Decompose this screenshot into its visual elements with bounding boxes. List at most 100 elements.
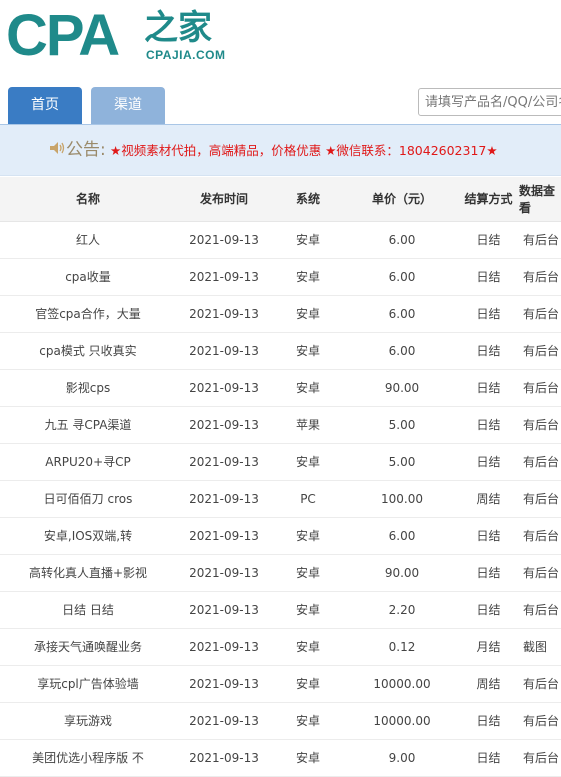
cell-data-view: 有后台 xyxy=(523,492,560,506)
cell-date: 2021-09-13 xyxy=(189,639,259,654)
table-row[interactable]: 高转化真人直播+影视 2021-09-13 安卓 90.00 日结 有后台 xyxy=(0,554,561,591)
cell-name[interactable]: 美团优选小程序版 不 xyxy=(0,739,176,776)
table-row[interactable]: 享玩cpl广告体验墙 2021-09-13 安卓 10000.00 周结 有后台 xyxy=(0,665,561,702)
cell-date: 2021-09-13 xyxy=(189,713,259,728)
cell-name[interactable]: ARPU20+寻CP xyxy=(0,443,176,480)
table-row[interactable]: 美团优选小程序版 不 2021-09-13 安卓 9.00 日结 有后台 xyxy=(0,739,561,776)
cell-price: 9.00 xyxy=(388,750,416,765)
table-row[interactable]: 安卓,IOS双端,转 2021-09-13 安卓 6.00 日结 有后台 xyxy=(0,517,561,554)
cell-name[interactable]: 九五 寻CPA渠道 xyxy=(0,406,176,443)
table-row[interactable]: 日结 日结 2021-09-13 安卓 2.20 日结 有后台 xyxy=(0,591,561,628)
cell-name[interactable]: 高转化真人直播+影视 xyxy=(0,554,176,591)
cell-data-view: 截图 xyxy=(523,640,548,654)
table-row[interactable]: 影视cps 2021-09-13 安卓 90.00 日结 有后台 xyxy=(0,369,561,406)
cell-price: 5.00 xyxy=(388,417,416,432)
column-header-price: 单价（元） xyxy=(344,177,460,222)
cell-price: 2.20 xyxy=(388,602,416,617)
cell-name[interactable]: 官签cpa合作，大量 xyxy=(0,295,176,332)
table-row[interactable]: 红人 2021-09-13 安卓 6.00 日结 有后台 xyxy=(0,221,561,258)
cell-date: 2021-09-13 xyxy=(189,232,259,247)
cell-system: 苹果 xyxy=(295,418,320,432)
cell-name[interactable]: 红人 xyxy=(0,221,176,258)
cell-date: 2021-09-13 xyxy=(189,750,259,765)
cell-settlement: 日结 xyxy=(476,751,501,765)
announcement-label: 公告: xyxy=(66,140,106,160)
table-row[interactable]: 官签cpa合作，大量 2021-09-13 安卓 6.00 日结 有后台 xyxy=(0,295,561,332)
logo-cpa-text: CPA xyxy=(6,3,120,68)
cell-settlement: 日结 xyxy=(476,233,501,247)
cell-data-view: 有后台 xyxy=(523,751,560,765)
cell-data-view: 有后台 xyxy=(523,418,560,432)
cell-date: 2021-09-13 xyxy=(189,528,259,543)
cell-name[interactable]: cpa收量 xyxy=(0,258,176,295)
cell-system: 安卓 xyxy=(295,714,320,728)
cell-settlement: 日结 xyxy=(476,381,501,395)
table-row[interactable]: 日可佰佰刀 cros 2021-09-13 PC 100.00 周结 有后台 xyxy=(0,480,561,517)
cell-data-view: 有后台 xyxy=(523,233,560,247)
cell-settlement: 日结 xyxy=(476,603,501,617)
cell-data-view: 有后台 xyxy=(523,529,560,543)
tab-home[interactable]: 首页 xyxy=(8,87,82,124)
cell-system: 安卓 xyxy=(295,677,320,691)
cell-system: 安卓 xyxy=(295,455,320,469)
cell-date: 2021-09-13 xyxy=(189,676,259,691)
cell-settlement: 日结 xyxy=(476,418,501,432)
cell-price: 90.00 xyxy=(384,380,420,395)
site-logo[interactable]: CPA 之家 CPAJIA.COM xyxy=(6,4,236,68)
cell-date: 2021-09-13 xyxy=(189,343,259,358)
speaker-icon xyxy=(48,139,66,157)
column-header-date: 发布时间 xyxy=(176,177,272,222)
cell-system: 安卓 xyxy=(295,640,320,654)
cell-settlement: 日结 xyxy=(476,270,501,284)
cell-price: 10000.00 xyxy=(373,676,431,691)
cell-system: 安卓 xyxy=(295,344,320,358)
table-row[interactable]: cpa收量 2021-09-13 安卓 6.00 日结 有后台 xyxy=(0,258,561,295)
cell-system: 安卓 xyxy=(295,233,320,247)
cell-name[interactable]: cpa模式 只收真实 xyxy=(0,332,176,369)
cell-settlement: 日结 xyxy=(476,344,501,358)
table-row[interactable]: ARPU20+寻CP 2021-09-13 安卓 5.00 日结 有后台 xyxy=(0,443,561,480)
cell-system: 安卓 xyxy=(295,566,320,580)
cell-price: 100.00 xyxy=(381,491,423,506)
cell-system: 安卓 xyxy=(295,751,320,765)
cell-system: 安卓 xyxy=(295,270,320,284)
cell-data-view: 有后台 xyxy=(523,677,560,691)
cell-price: 0.12 xyxy=(388,639,416,654)
cell-price: 6.00 xyxy=(388,343,416,358)
cell-date: 2021-09-13 xyxy=(189,454,259,469)
cell-system: 安卓 xyxy=(295,381,320,395)
cell-name[interactable]: 承接天气通唤醒业务 xyxy=(0,628,176,665)
cell-settlement: 周结 xyxy=(476,677,501,691)
cell-price: 6.00 xyxy=(388,528,416,543)
cell-name[interactable]: 日可佰佰刀 cros xyxy=(0,480,176,517)
logo-url-text: CPAJIA.COM xyxy=(146,48,226,62)
cell-data-view: 有后台 xyxy=(523,344,560,358)
cell-data-view: 有后台 xyxy=(523,714,560,728)
table-row[interactable]: 承接天气通唤醒业务 2021-09-13 安卓 0.12 月结 截图 xyxy=(0,628,561,665)
cell-date: 2021-09-13 xyxy=(189,602,259,617)
cell-data-view: 有后台 xyxy=(523,307,560,321)
cell-system: PC xyxy=(300,491,316,506)
cell-system: 安卓 xyxy=(295,307,320,321)
search-input[interactable] xyxy=(418,88,561,116)
column-header-settlement: 结算方式 xyxy=(460,177,517,222)
cell-system: 安卓 xyxy=(295,603,320,617)
cell-price: 5.00 xyxy=(388,454,416,469)
cell-price: 90.00 xyxy=(384,565,420,580)
cell-date: 2021-09-13 xyxy=(189,417,259,432)
cell-name[interactable]: 影视cps xyxy=(0,369,176,406)
cell-name[interactable]: 享玩cpl广告体验墙 xyxy=(0,665,176,702)
cell-settlement: 周结 xyxy=(476,492,501,506)
cell-name[interactable]: 安卓,IOS双端,转 xyxy=(0,517,176,554)
table-row[interactable]: 九五 寻CPA渠道 2021-09-13 苹果 5.00 日结 有后台 xyxy=(0,406,561,443)
cell-settlement: 日结 xyxy=(476,714,501,728)
cell-name[interactable]: 日结 日结 xyxy=(0,591,176,628)
logo-chinese-text: 之家 xyxy=(144,8,212,48)
table-row[interactable]: 享玩游戏 2021-09-13 安卓 10000.00 日结 有后台 xyxy=(0,702,561,739)
table-row[interactable]: cpa模式 只收真实 2021-09-13 安卓 6.00 日结 有后台 xyxy=(0,332,561,369)
cell-date: 2021-09-13 xyxy=(189,269,259,284)
tab-channel[interactable]: 渠道 xyxy=(91,87,165,124)
column-header-name: 名称 xyxy=(0,177,176,222)
cell-settlement: 日结 xyxy=(476,307,501,321)
cell-name[interactable]: 享玩游戏 xyxy=(0,702,176,739)
